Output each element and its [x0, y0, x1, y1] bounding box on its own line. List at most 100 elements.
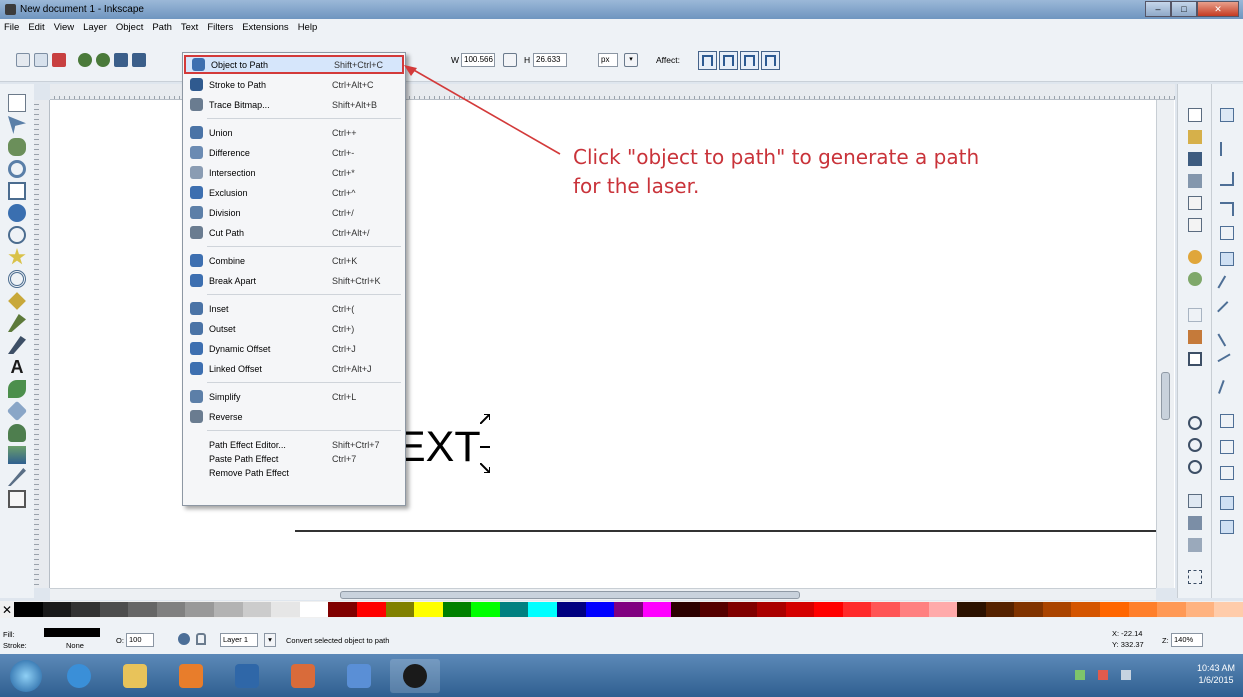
pen-tool-icon[interactable]	[8, 314, 26, 332]
spiral-tool-icon[interactable]	[8, 270, 26, 288]
taskbar-media-player[interactable]	[166, 659, 216, 693]
node-tool-icon[interactable]	[8, 116, 26, 134]
palette-swatch[interactable]	[499, 602, 529, 617]
path-menu-item-dynamic-offset[interactable]: Dynamic Offset Ctrl+J	[184, 339, 404, 358]
path-menu-item-exclusion[interactable]: Exclusion Ctrl+^	[184, 183, 404, 202]
title-bar[interactable]: New document 1 - Inkscape – □ ✕	[0, 0, 1243, 19]
palette-swatch[interactable]	[271, 602, 300, 617]
palette-swatch[interactable]	[1099, 602, 1129, 617]
selector-tool-icon[interactable]	[8, 94, 26, 112]
cut-icon[interactable]	[1188, 330, 1202, 344]
palette-swatch[interactable]	[1128, 602, 1158, 617]
no-paint-swatch[interactable]: ✕	[0, 603, 14, 617]
redo-icon[interactable]	[1188, 272, 1202, 286]
palette-swatch[interactable]	[99, 602, 129, 617]
path-menu-item-break-apart[interactable]: Break Apart Shift+Ctrl+K	[184, 271, 404, 290]
rotate-cw-icon[interactable]	[96, 53, 110, 67]
selection-handle-top-right-icon[interactable]	[480, 414, 490, 424]
tray-flag-icon[interactable]	[1098, 670, 1108, 680]
palette-swatch[interactable]	[328, 602, 357, 617]
path-menu-item-union[interactable]: Union Ctrl++	[184, 123, 404, 142]
palette-swatch[interactable]	[699, 602, 729, 617]
snap-guides-icon[interactable]	[1220, 520, 1234, 534]
path-menu-item-remove-path-effect[interactable]: Remove Path Effect	[184, 463, 404, 482]
affect-corners-button[interactable]	[719, 51, 738, 70]
snap-midpoints-icon[interactable]	[1218, 380, 1236, 398]
palette-swatch[interactable]	[1014, 602, 1043, 617]
snap-cusp-nodes-icon[interactable]	[1217, 327, 1237, 347]
palette-swatch[interactable]	[957, 602, 986, 617]
snap-paths-icon[interactable]	[1217, 275, 1237, 295]
rotate-ccw-icon[interactable]	[78, 53, 92, 67]
taskbar-app-5[interactable]	[278, 659, 328, 693]
snap-smooth-nodes-icon[interactable]	[1217, 353, 1237, 373]
print-icon[interactable]	[1188, 174, 1202, 188]
palette-swatch[interactable]	[1157, 602, 1186, 617]
units-select[interactable]: px	[598, 53, 618, 67]
path-menu-item-combine[interactable]: Combine Ctrl+K	[184, 251, 404, 270]
affect-stroke-width-button[interactable]	[698, 51, 717, 70]
close-button[interactable]: ✕	[1197, 1, 1239, 17]
vertical-ruler[interactable]	[34, 100, 50, 588]
layer-visibility-icon[interactable]	[178, 633, 190, 645]
zoom-page-icon[interactable]	[1188, 460, 1202, 474]
palette-swatch[interactable]	[71, 602, 100, 617]
snap-intersections-icon[interactable]	[1217, 301, 1237, 321]
palette-swatch[interactable]	[1071, 602, 1100, 617]
fill-indicator[interactable]	[44, 628, 100, 637]
snap-bbox-edges-icon[interactable]	[1220, 172, 1234, 186]
zoom-selection-icon[interactable]	[1188, 416, 1202, 430]
palette-swatch[interactable]	[614, 602, 643, 617]
spray-tool-icon[interactable]	[8, 380, 26, 398]
3d-box-tool-icon[interactable]	[8, 204, 26, 222]
affect-gradients-button[interactable]	[740, 51, 759, 70]
select-all-layers-icon[interactable]	[34, 53, 48, 67]
palette-swatch[interactable]	[928, 602, 958, 617]
flip-vertical-icon[interactable]	[132, 53, 146, 67]
rectangle-tool-icon[interactable]	[8, 182, 26, 200]
layer-dropdown-icon[interactable]: ▾	[264, 633, 276, 647]
path-menu-item-cut-path[interactable]: Cut Path Ctrl+Alt+/	[184, 223, 404, 242]
layer-lock-icon[interactable]	[196, 633, 206, 645]
paste-icon[interactable]	[1188, 352, 1202, 366]
palette-swatch[interactable]	[242, 602, 272, 617]
palette-swatch[interactable]	[671, 602, 700, 617]
snap-toggle-icon[interactable]	[1220, 108, 1234, 122]
palette-swatch[interactable]	[214, 602, 243, 617]
menu-help[interactable]: Help	[298, 22, 318, 33]
snap-rotation-center-icon[interactable]	[1220, 440, 1234, 454]
tweak-tool-icon[interactable]	[8, 138, 26, 156]
palette-swatch[interactable]	[156, 602, 186, 617]
path-menu-item-division[interactable]: Division Ctrl+/	[184, 203, 404, 222]
ellipse-tool-icon[interactable]	[8, 226, 26, 244]
palette-swatch[interactable]	[42, 602, 72, 617]
selection-handle-bottom-right-icon[interactable]	[480, 463, 490, 473]
path-menu-item-object-to-path[interactable]: Object to Path Shift+Ctrl+C	[184, 55, 404, 74]
open-file-icon[interactable]	[1188, 130, 1202, 144]
palette-swatch[interactable]	[728, 602, 758, 617]
zoom-drawing-icon[interactable]	[1188, 438, 1202, 452]
select-all-icon[interactable]	[16, 53, 30, 67]
path-menu-item-reverse[interactable]: Reverse	[184, 407, 404, 426]
path-menu-item-linked-offset[interactable]: Linked Offset Ctrl+Alt+J	[184, 359, 404, 378]
menu-layer[interactable]: Layer	[83, 22, 107, 33]
menu-filters[interactable]: Filters	[207, 22, 233, 33]
palette-swatch[interactable]	[871, 602, 900, 617]
path-menu-item-intersection[interactable]: Intersection Ctrl+*	[184, 163, 404, 182]
minimize-button[interactable]: –	[1145, 1, 1171, 17]
duplicate-icon[interactable]	[1188, 494, 1202, 508]
zoom-tool-icon[interactable]	[8, 160, 26, 178]
palette-swatch[interactable]	[185, 602, 215, 617]
current-layer-select[interactable]: Layer 1	[220, 633, 258, 647]
palette-swatch[interactable]	[385, 602, 415, 617]
menu-edit[interactable]: Edit	[28, 22, 44, 33]
palette-swatch[interactable]	[757, 602, 786, 617]
start-button[interactable]	[2, 659, 50, 693]
taskbar-inkscape[interactable]	[390, 659, 440, 693]
copy-icon[interactable]	[1188, 308, 1202, 322]
selection-handle-mid-right-icon[interactable]	[480, 444, 490, 450]
stroke-indicator[interactable]: None	[66, 641, 84, 650]
taskbar-clock[interactable]: 10:43 AM 1/6/2015	[1197, 662, 1235, 686]
undo-icon[interactable]	[1188, 250, 1202, 264]
path-menu-item-outset[interactable]: Outset Ctrl+)	[184, 319, 404, 338]
